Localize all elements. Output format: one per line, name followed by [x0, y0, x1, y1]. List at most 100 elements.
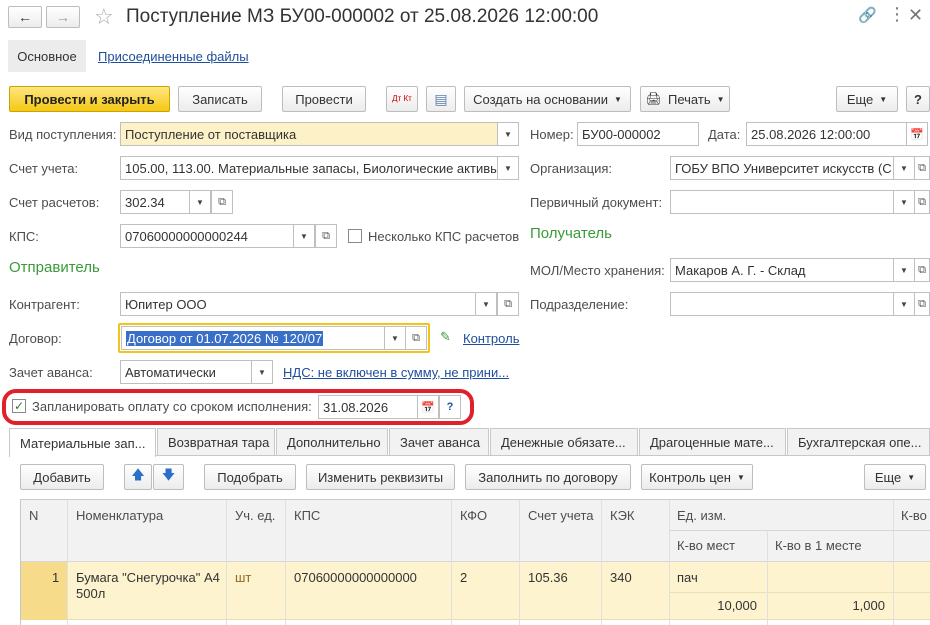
- table-more-button[interactable]: Еще ▼: [864, 464, 926, 490]
- mol-open[interactable]: ⧉: [914, 258, 930, 282]
- organization-field[interactable]: ГОБУ ВПО Университет искусств (С: [670, 156, 894, 180]
- col-kfo[interactable]: КФО: [460, 508, 487, 523]
- tab-advance-offset[interactable]: Зачет аванса: [389, 428, 489, 455]
- receipt-type-dropdown[interactable]: ▼: [497, 122, 519, 146]
- print-button[interactable]: 🖨 Печать ▼: [640, 86, 730, 112]
- several-kps-label: Несколько КПС расчетов: [368, 229, 520, 244]
- division-open[interactable]: ⧉: [914, 292, 930, 316]
- settlement-account-open[interactable]: ⧉: [211, 190, 233, 214]
- post-button[interactable]: Провести: [282, 86, 366, 112]
- counterparty-dropdown[interactable]: ▼: [475, 292, 497, 316]
- col-divider: [601, 500, 602, 625]
- kps-dropdown[interactable]: ▼: [293, 224, 315, 248]
- primary-doc-field[interactable]: [670, 190, 894, 214]
- create-based-button[interactable]: Создать на основании ▼: [464, 86, 631, 112]
- advance-offset-field[interactable]: Автоматически: [120, 360, 252, 384]
- tab-returnable-packaging[interactable]: Возвратная тара: [157, 428, 275, 455]
- mol-dropdown[interactable]: ▼: [893, 258, 915, 282]
- dropdown-arrow-icon: ▼: [482, 299, 490, 309]
- cell-places: 10,000: [717, 598, 757, 613]
- price-control-button[interactable]: Контроль цен ▼: [641, 464, 753, 490]
- move-down-button[interactable]: 🡇: [153, 464, 184, 490]
- back-button[interactable]: ←: [8, 6, 42, 28]
- counterparty-field[interactable]: Юпитер ООО: [120, 292, 476, 316]
- control-link[interactable]: Контроль: [463, 331, 519, 346]
- change-details-button[interactable]: Изменить реквизиты: [306, 464, 455, 490]
- schedule-payment-help[interactable]: ?: [439, 395, 461, 419]
- window-title: Поступление МЗ БУ00-000002 от 25.08.2026…: [126, 6, 599, 27]
- division-dropdown[interactable]: ▼: [893, 292, 915, 316]
- several-kps-checkbox[interactable]: [348, 229, 362, 243]
- close-icon[interactable]: ✕: [908, 5, 923, 26]
- cell-kek: 340: [610, 570, 632, 585]
- contract-dropdown[interactable]: ▼: [384, 326, 406, 350]
- report-button[interactable]: ▤: [426, 86, 456, 112]
- date-field[interactable]: 25.08.2026 12:00:00: [746, 122, 907, 146]
- cell-n: 1: [52, 570, 60, 585]
- mol-field[interactable]: Макаров А. Г. - Склад: [670, 258, 894, 282]
- account-field[interactable]: 105.00, 113.00. Материальные запасы, Био…: [120, 156, 498, 180]
- account-dropdown[interactable]: ▼: [497, 156, 519, 180]
- date-calendar[interactable]: 📅: [906, 122, 928, 146]
- items-table: N Номенклатура Уч. ед. КПС КФО Счет учет…: [20, 499, 930, 625]
- dropdown-arrow-icon: ▼: [504, 129, 512, 139]
- schedule-payment-checkbox[interactable]: ✓: [12, 399, 26, 413]
- nav-tab-main[interactable]: Основное: [8, 40, 86, 72]
- contract-field[interactable]: Договор от 01.07.2026 № 120/07: [121, 326, 385, 350]
- counterparty-open[interactable]: ⧉: [497, 292, 519, 316]
- primary-doc-dropdown[interactable]: ▼: [893, 190, 915, 214]
- kps-field[interactable]: 07060000000000244: [120, 224, 294, 248]
- advance-offset-dropdown[interactable]: ▼: [251, 360, 273, 384]
- col-nomenclature[interactable]: Номенклатура: [76, 508, 163, 523]
- fill-by-contract-button[interactable]: Заполнить по договору: [465, 464, 631, 490]
- settlement-account-dropdown[interactable]: ▼: [189, 190, 211, 214]
- settlement-account-field[interactable]: 302.34: [120, 190, 190, 214]
- col-kek[interactable]: КЭК: [610, 508, 635, 523]
- schedule-payment-date[interactable]: 31.08.2026: [318, 395, 418, 419]
- tab-monetary-obligations[interactable]: Денежные обязате...: [490, 428, 638, 455]
- col-kps[interactable]: КПС: [294, 508, 320, 523]
- vat-link[interactable]: НДС: не включен в сумму, не прини...: [283, 365, 509, 380]
- calendar-icon: 📅: [910, 128, 924, 141]
- cell-kps: 07060000000000000: [294, 570, 417, 585]
- more-button[interactable]: Еще ▼: [836, 86, 898, 112]
- nav-tab-files[interactable]: Присоединенные файлы: [98, 49, 249, 64]
- dt-kt-button[interactable]: Дт Кт: [386, 86, 418, 112]
- contract-open[interactable]: ⧉: [405, 326, 427, 350]
- col-places[interactable]: К-во мест: [677, 538, 735, 553]
- dropdown-arrow-icon: ▼: [900, 265, 908, 275]
- col-unit-meas[interactable]: Ед. изм.: [677, 508, 726, 523]
- link-icon[interactable]: 🔗: [858, 6, 877, 24]
- col-qty[interactable]: К-во: [901, 508, 927, 523]
- help-button[interactable]: ?: [906, 86, 930, 112]
- forward-button[interactable]: →: [46, 6, 80, 28]
- number-field[interactable]: БУ00-000002: [577, 122, 699, 146]
- post-and-close-button[interactable]: Провести и закрыть: [9, 86, 170, 112]
- col-account[interactable]: Счет учета: [528, 508, 594, 523]
- schedule-payment-calendar[interactable]: 📅: [417, 395, 439, 419]
- receipt-type-field[interactable]: Поступление от поставщика: [120, 122, 498, 146]
- arrow-right-icon: →: [56, 9, 70, 25]
- tab-precious-materials[interactable]: Драгоценные мате...: [639, 428, 786, 455]
- pick-button[interactable]: Подобрать: [204, 464, 296, 490]
- col-qty-in-place[interactable]: К-во в 1 месте: [775, 538, 862, 553]
- star-icon[interactable]: ☆: [94, 4, 114, 30]
- col-unit[interactable]: Уч. ед.: [235, 508, 275, 523]
- tab-materials[interactable]: Материальные зап...: [9, 428, 156, 457]
- primary-doc-open[interactable]: ⧉: [914, 190, 930, 214]
- organization-dropdown[interactable]: ▼: [893, 156, 915, 180]
- kps-label: КПС:: [9, 229, 39, 244]
- save-button[interactable]: Записать: [178, 86, 262, 112]
- more-icon[interactable]: ⋮: [888, 4, 906, 25]
- kps-open[interactable]: ⧉: [315, 224, 337, 248]
- tab-accounting-operations[interactable]: Бухгалтерская опе...: [787, 428, 930, 455]
- move-up-button[interactable]: 🡅: [124, 464, 152, 490]
- add-row-button[interactable]: Добавить: [20, 464, 104, 490]
- cell-unit: шт: [235, 570, 252, 585]
- receipt-type-label: Вид поступления:: [9, 127, 117, 142]
- cell-kfo: 2: [460, 570, 468, 585]
- organization-open[interactable]: ⧉: [914, 156, 930, 180]
- col-n[interactable]: N: [29, 508, 38, 523]
- tab-additional[interactable]: Дополнительно: [276, 428, 388, 455]
- division-field[interactable]: [670, 292, 894, 316]
